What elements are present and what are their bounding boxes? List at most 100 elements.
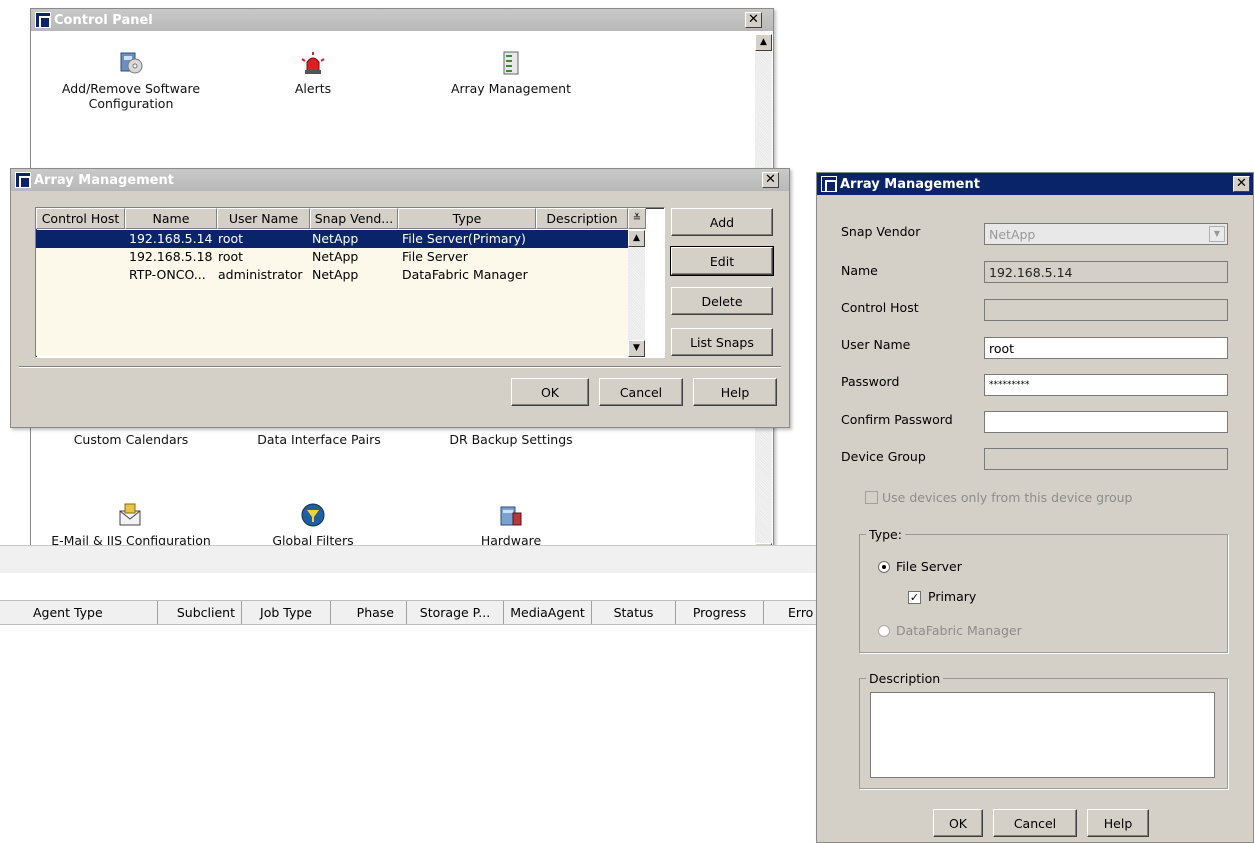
- col-control-host[interactable]: Control Host: [36, 208, 125, 229]
- cp-item-alerts[interactable]: Alerts: [263, 51, 363, 96]
- description-group-title: Description: [866, 671, 944, 686]
- scroll-up-icon[interactable]: ▲: [628, 230, 645, 247]
- ok-button[interactable]: OK: [933, 809, 983, 837]
- close-button[interactable]: ✕: [1233, 176, 1250, 192]
- col-progress[interactable]: Progress: [676, 601, 764, 624]
- column-chooser-icon[interactable]: ≚: [628, 208, 646, 229]
- cell-type: DataFabric Manager: [402, 267, 528, 282]
- cp-item-dr-backup-settings[interactable]: DR Backup Settings: [441, 432, 581, 447]
- cell-name: 192.168.5.18: [129, 249, 213, 264]
- filter-icon: [301, 503, 325, 527]
- snap-vendor-select[interactable]: NetApp ▼: [984, 223, 1228, 245]
- job-controller-band: [0, 545, 820, 573]
- col-phase[interactable]: Phase: [331, 601, 407, 624]
- confirm-password-field[interactable]: [984, 411, 1228, 433]
- array-detail-dialog: Array Management ✕ Snap Vendor NetApp ▼ …: [816, 172, 1254, 843]
- close-button[interactable]: ✕: [745, 12, 762, 28]
- alarm-siren-icon: [301, 52, 325, 74]
- confirm-password-label: Confirm Password: [841, 412, 953, 427]
- array-detail-titlebar: Array Management: [817, 173, 1253, 195]
- list-snaps-button[interactable]: List Snaps: [671, 328, 773, 356]
- col-media-agent[interactable]: MediaAgent: [504, 601, 592, 624]
- scroll-down-icon[interactable]: ▼: [628, 340, 645, 357]
- delete-button[interactable]: Delete: [671, 287, 773, 315]
- col-description[interactable]: Description: [536, 208, 628, 229]
- cp-label: Custom Calendars: [73, 432, 189, 447]
- type-groupbox: Type: File Server ✓ Primary DataFabric M…: [859, 527, 1228, 653]
- col-user-name[interactable]: User Name: [217, 208, 310, 229]
- hardware-maintenance-icon: [500, 506, 522, 526]
- cp-item-data-interface-pairs[interactable]: Data Interface Pairs: [249, 432, 389, 447]
- software-install-icon: [120, 52, 143, 74]
- cp-label: Alerts: [294, 81, 332, 96]
- app-logo-icon: [15, 172, 31, 188]
- control-host-label: Control Host: [841, 300, 919, 315]
- col-job-type[interactable]: Job Type: [242, 601, 331, 624]
- cancel-button[interactable]: Cancel: [993, 809, 1077, 837]
- window-title: Array Management: [840, 176, 980, 192]
- cell-name: RTP-ONCO...: [129, 267, 206, 282]
- col-subclient[interactable]: Subclient: [158, 601, 242, 624]
- col-agent-type[interactable]: Agent Type: [0, 601, 158, 624]
- file-server-label: File Server: [896, 559, 962, 574]
- snap-vendor-label: Snap Vendor: [841, 224, 921, 239]
- device-group-field[interactable]: [984, 448, 1228, 470]
- cell-user: administrator: [218, 267, 303, 282]
- description-textarea[interactable]: [870, 692, 1215, 778]
- description-groupbox: Description: [859, 671, 1228, 789]
- cp-item-array-management[interactable]: Array Management: [441, 51, 581, 96]
- array-table: Control Host Name User Name Snap Vend...…: [35, 207, 665, 358]
- user-name-label: User Name: [841, 337, 911, 352]
- col-status[interactable]: Status: [592, 601, 676, 624]
- edit-button[interactable]: Edit: [670, 246, 774, 276]
- add-button[interactable]: Add: [671, 208, 773, 236]
- primary-label: Primary: [928, 589, 977, 604]
- col-name[interactable]: Name: [125, 208, 217, 229]
- array-list-window: Array Management ✕ Control Host Name Use…: [10, 168, 790, 428]
- cell-type: File Server(Primary): [402, 231, 526, 246]
- col-storage-policy[interactable]: Storage P...: [407, 601, 504, 624]
- use-devices-checkbox[interactable]: [865, 491, 878, 504]
- password-field[interactable]: *********: [984, 374, 1228, 396]
- primary-checkbox[interactable]: ✓: [908, 591, 921, 604]
- cp-label: DR Backup Settings: [449, 432, 573, 447]
- password-label: Password: [841, 374, 900, 389]
- cancel-button[interactable]: Cancel: [599, 378, 683, 406]
- cell-vendor: NetApp: [312, 249, 359, 264]
- cell-user: root: [218, 231, 244, 246]
- cp-label: Data Interface Pairs: [257, 432, 381, 447]
- table-empty-area: [36, 284, 628, 356]
- user-name-field[interactable]: root: [984, 337, 1228, 359]
- window-title: Control Panel: [54, 12, 153, 28]
- help-button[interactable]: Help: [1087, 809, 1149, 837]
- cp-label: Configuration: [88, 96, 174, 111]
- chevron-down-icon: ▼: [1209, 226, 1225, 242]
- cell-vendor: NetApp: [312, 231, 359, 246]
- array-list-titlebar: Array Management: [11, 169, 789, 191]
- col-errors[interactable]: Erro: [764, 601, 820, 624]
- storage-array-icon: [503, 51, 519, 75]
- close-button[interactable]: ✕: [762, 172, 779, 188]
- cp-item-add-remove-software[interactable]: Add/Remove Software Configuration: [51, 51, 211, 111]
- control-host-field[interactable]: [984, 299, 1228, 321]
- table-scrollbar[interactable]: ▲ ▼: [628, 230, 645, 357]
- col-snap-vendor[interactable]: Snap Vend...: [310, 208, 398, 229]
- divider: [19, 366, 781, 368]
- app-logo-icon: [821, 176, 837, 192]
- window-title: Array Management: [34, 172, 174, 188]
- cell-name: 192.168.5.14: [129, 231, 213, 246]
- cp-label: Array Management: [451, 81, 571, 96]
- ok-button[interactable]: OK: [511, 378, 589, 406]
- col-type[interactable]: Type: [398, 208, 536, 229]
- cell-type: File Server: [402, 249, 468, 264]
- app-logo-icon: [35, 12, 51, 28]
- datafabric-radio[interactable]: [878, 625, 890, 637]
- device-group-label: Device Group: [841, 449, 926, 464]
- datafabric-label: DataFabric Manager: [896, 623, 1022, 638]
- name-field[interactable]: 192.168.5.14: [984, 261, 1228, 283]
- scroll-up-icon[interactable]: ▲: [755, 34, 772, 51]
- file-server-radio[interactable]: [878, 561, 890, 573]
- email-config-icon: [119, 503, 141, 526]
- help-button[interactable]: Help: [693, 378, 777, 406]
- cp-item-custom-calendars[interactable]: Custom Calendars: [71, 432, 191, 447]
